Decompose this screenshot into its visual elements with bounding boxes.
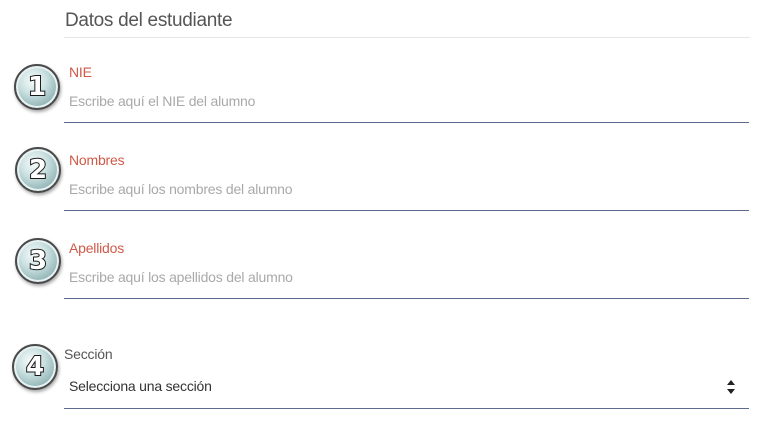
seccion-selected-value: Selecciona una sección (69, 378, 212, 394)
seccion-field: Sección Selecciona una sección (64, 346, 749, 409)
section-divider (64, 37, 750, 38)
step-number: 3 (28, 245, 48, 277)
step-number: 1 (27, 71, 47, 103)
apellidos-field: Apellidos (64, 240, 749, 299)
step-3-badge: 3 (15, 238, 61, 284)
step-1-badge: 1 (14, 64, 60, 110)
nie-field: NIE (64, 64, 749, 123)
nie-input[interactable] (69, 90, 669, 112)
seccion-select[interactable]: Selecciona una sección (69, 376, 744, 398)
seccion-label: Sección (64, 346, 113, 362)
step-2-badge: 2 (15, 147, 61, 193)
nombres-field: Nombres (64, 152, 749, 211)
section-title: Datos del estudiante (65, 10, 233, 31)
apellidos-label: Apellidos (69, 240, 125, 256)
apellidos-input[interactable] (69, 266, 669, 288)
step-number: 4 (25, 351, 45, 383)
step-number: 2 (28, 154, 48, 186)
select-arrows-icon (727, 380, 735, 394)
nombres-label: Nombres (69, 152, 125, 168)
step-4-badge: 4 (12, 344, 58, 390)
nie-label: NIE (69, 64, 92, 80)
nombres-input[interactable] (69, 178, 669, 200)
